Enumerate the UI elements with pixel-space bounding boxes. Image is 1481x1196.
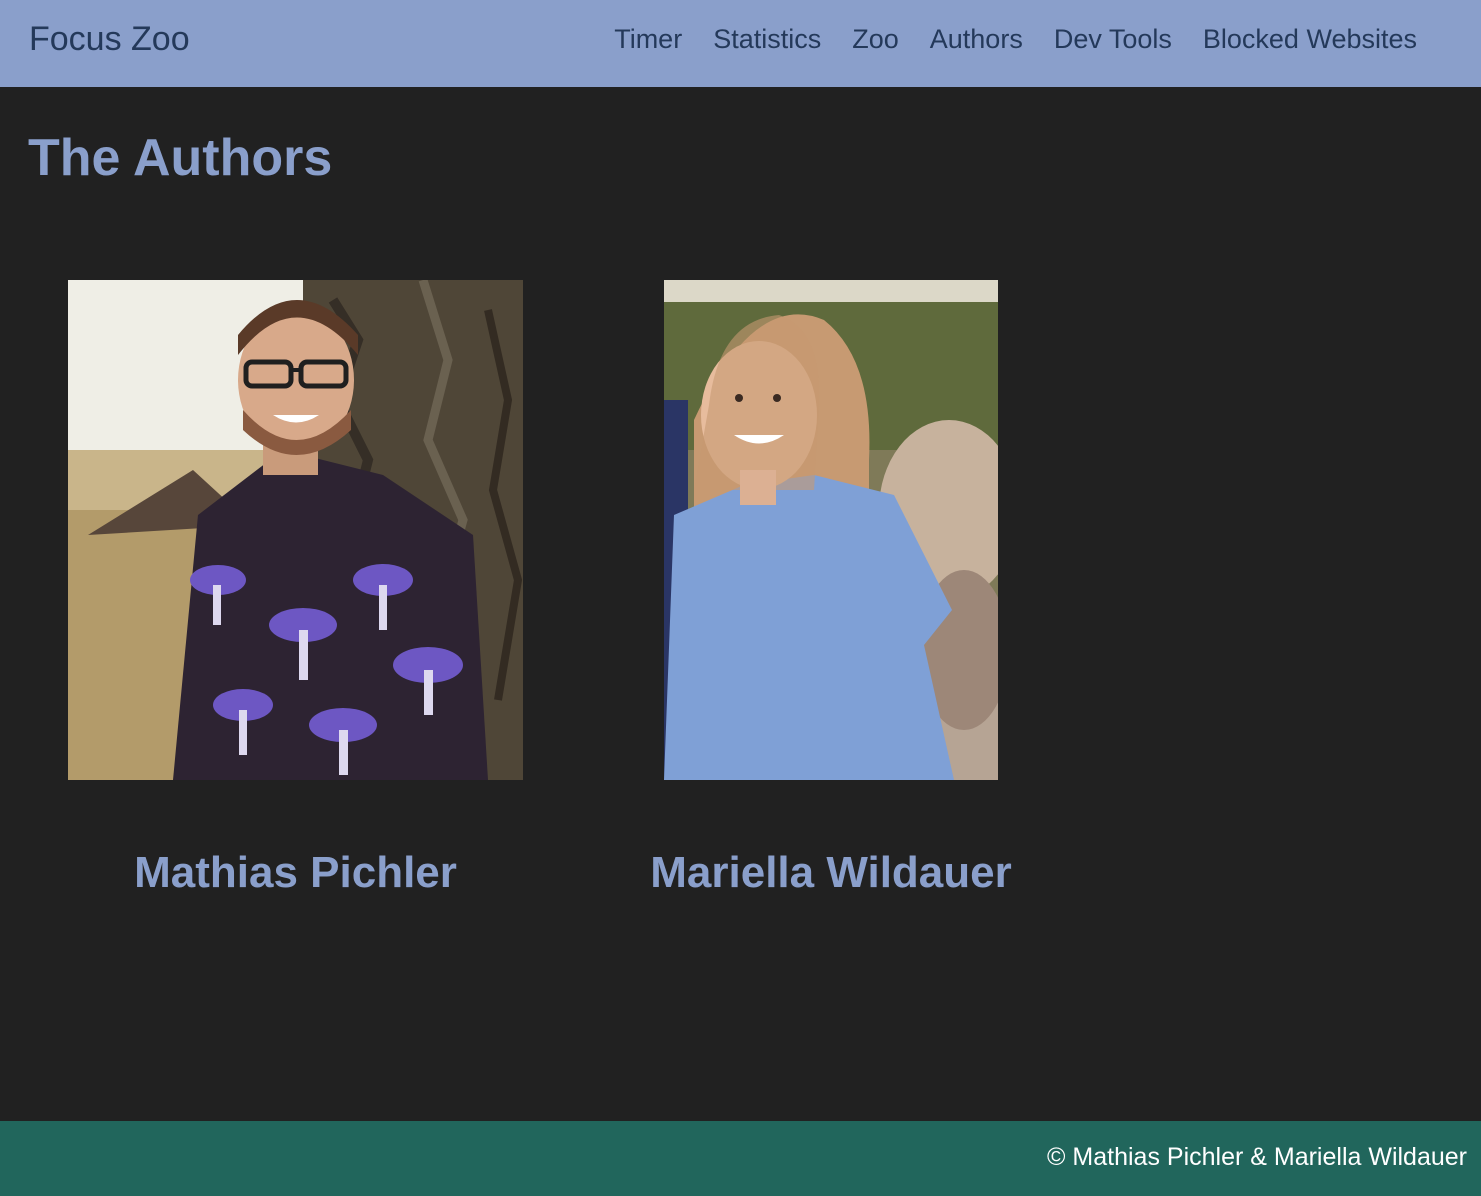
author-name: Mathias Pichler: [134, 848, 457, 897]
nav-links: Timer Statistics Zoo Authors Dev Tools B…: [614, 24, 1417, 55]
nav-item-statistics[interactable]: Statistics: [713, 24, 821, 55]
nav-item-dev-tools[interactable]: Dev Tools: [1054, 24, 1172, 55]
footer-copyright: © Mathias Pichler & Mariella Wildauer: [1047, 1143, 1467, 1171]
nav-item-timer[interactable]: Timer: [614, 24, 682, 55]
author-photo-mariella: [664, 280, 998, 780]
nav-item-blocked-websites[interactable]: Blocked Websites: [1203, 24, 1417, 55]
author-photo-mathias: [68, 280, 523, 780]
page-title: The Authors: [28, 129, 333, 187]
navbar: Focus Zoo Timer Statistics Zoo Authors D…: [0, 0, 1481, 87]
nav-item-authors[interactable]: Authors: [930, 24, 1023, 55]
nav-item-zoo[interactable]: Zoo: [852, 24, 899, 55]
brand-link[interactable]: Focus Zoo: [29, 20, 190, 59]
author-name: Mariella Wildauer: [650, 848, 1012, 897]
footer: © Mathias Pichler & Mariella Wildauer: [0, 1121, 1481, 1196]
